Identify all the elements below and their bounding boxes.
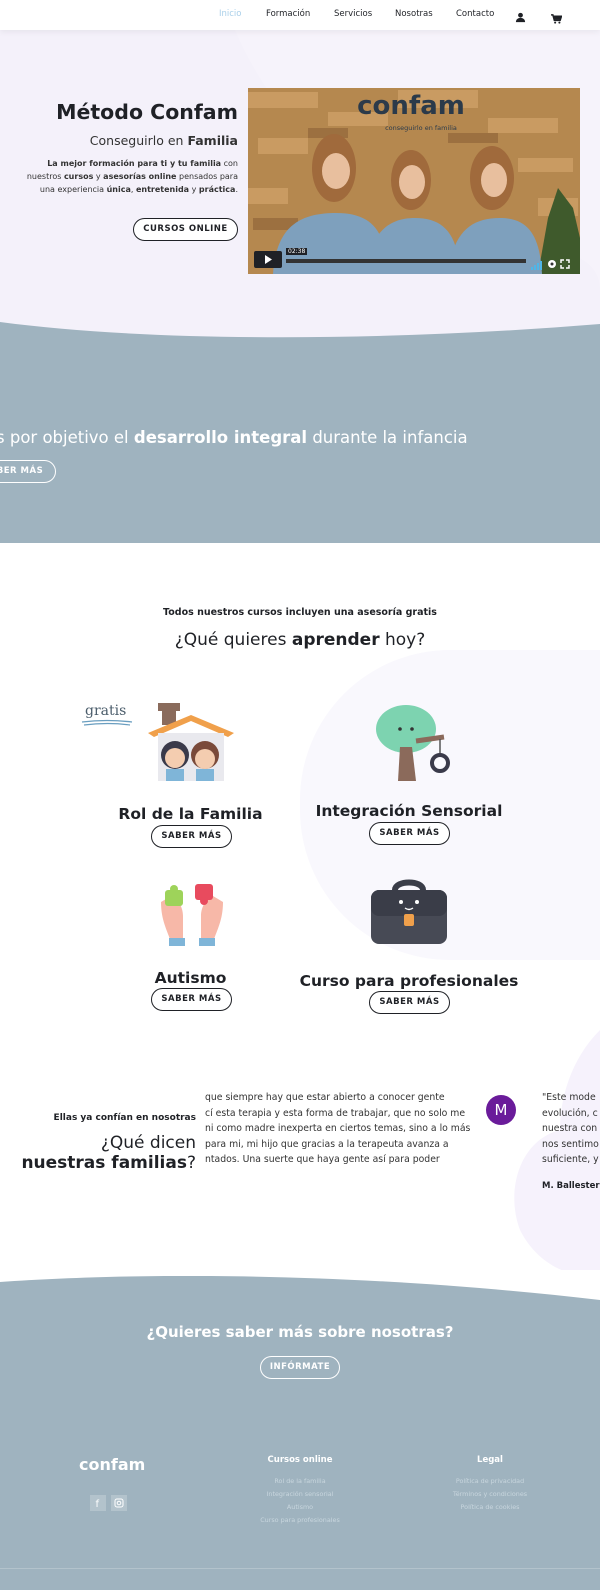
saber-mas-profesionales-button[interactable]: SABER MÁS: [369, 991, 450, 1014]
footer-link[interactable]: Integración sensorial: [230, 1490, 370, 1498]
hero-description: La mejor formación para ti y tu familia …: [26, 159, 238, 194]
footer-divider: [0, 1568, 600, 1569]
footer-link[interactable]: Curso para profesionales: [230, 1516, 370, 1524]
video-player[interactable]: confam conseguirlo en familia 02:38: [248, 88, 580, 274]
nav-nosotras[interactable]: Nosotras: [395, 9, 433, 19]
settings-icon[interactable]: [547, 254, 557, 273]
instagram-icon[interactable]: [111, 1495, 127, 1511]
footer-col2-title: Legal: [477, 1455, 503, 1465]
course-title-profesionales[interactable]: Curso para profesionales: [290, 972, 528, 990]
video-time: 02:38: [286, 248, 308, 255]
saber-mas-rol-button[interactable]: SABER MÁS: [151, 825, 232, 848]
testimonials-heading: ¿Qué dicen nuestras familias?: [21, 1133, 196, 1173]
video-logo: confam: [357, 91, 465, 121]
footer-link[interactable]: Autismo: [230, 1503, 370, 1511]
nav-formacion[interactable]: Formación: [266, 9, 310, 19]
play-button[interactable]: [254, 251, 282, 268]
nav-inicio[interactable]: Inicio: [219, 9, 242, 19]
saber-mas-autismo-button[interactable]: SABER MÁS: [151, 988, 232, 1011]
mission-text: s por objetivo el desarrollo integral du…: [0, 428, 468, 447]
saber-mas-band-button[interactable]: BER MÁS: [0, 460, 56, 483]
cta-footer-section: [0, 1300, 600, 1590]
course-title-rol[interactable]: Rol de la Familia: [98, 805, 283, 823]
footer-link[interactable]: Política de privacidad: [420, 1477, 560, 1485]
testimonial-text: que siempre hay que estar abierto a cono…: [205, 1092, 471, 1165]
informate-button[interactable]: INFÓRMATE: [260, 1356, 340, 1379]
footer-link[interactable]: Términos y condiciones: [420, 1490, 560, 1498]
svg-text:f: f: [96, 1499, 100, 1510]
video-logo-sub: conseguirlo en familia: [385, 124, 457, 132]
gratis-underline: [81, 719, 133, 726]
cursos-online-button[interactable]: CURSOS ONLINE: [133, 218, 238, 241]
footer-logo[interactable]: confam: [79, 1455, 145, 1474]
saber-mas-integracion-button[interactable]: SABER MÁS: [369, 822, 450, 845]
house-family-icon: [148, 703, 234, 781]
avatar: M: [486, 1095, 516, 1125]
user-icon[interactable]: [515, 8, 526, 27]
courses-question: ¿Qué quieres aprender hoy?: [174, 630, 426, 650]
hero-title: Método Confam: [56, 100, 238, 124]
tree-swing-icon: [376, 705, 450, 781]
testimonial-quote-next: "Este mode evolución, c nuestra con nos …: [542, 1092, 599, 1165]
fullscreen-icon[interactable]: [560, 254, 570, 273]
course-title-autismo[interactable]: Autismo: [98, 969, 283, 987]
video-progress-bar[interactable]: [286, 259, 526, 263]
volume-icon[interactable]: [531, 255, 543, 274]
testimonials-eyebrow: Ellas ya confían en nosotras: [53, 1113, 196, 1123]
nav-contacto[interactable]: Contacto: [456, 9, 494, 19]
facebook-icon[interactable]: f: [90, 1495, 106, 1511]
footer-link[interactable]: Política de cookies: [420, 1503, 560, 1511]
nav-servicios[interactable]: Servicios: [334, 9, 372, 19]
testimonial-author: M. Ballester: [542, 1181, 600, 1191]
gratis-label: gratis: [85, 703, 127, 719]
footer-link[interactable]: Rol de la familia: [230, 1477, 370, 1485]
cta-question: ¿Quieres saber más sobre nosotras?: [146, 1323, 454, 1341]
briefcase-icon: [371, 879, 447, 944]
courses-intro: Todos nuestros cursos incluyen una aseso…: [163, 607, 437, 618]
footer-col1-title: Cursos online: [267, 1455, 333, 1465]
course-title-integracion[interactable]: Integración Sensorial: [300, 802, 518, 820]
hero-subtitle: Conseguirlo en Familia: [89, 133, 238, 148]
puzzle-hands-icon: [161, 884, 223, 946]
top-navbar: Inicio Formación Servicios Nosotras Cont…: [0, 0, 600, 30]
cart-icon[interactable]: [551, 9, 563, 28]
wave-top: [0, 322, 600, 350]
